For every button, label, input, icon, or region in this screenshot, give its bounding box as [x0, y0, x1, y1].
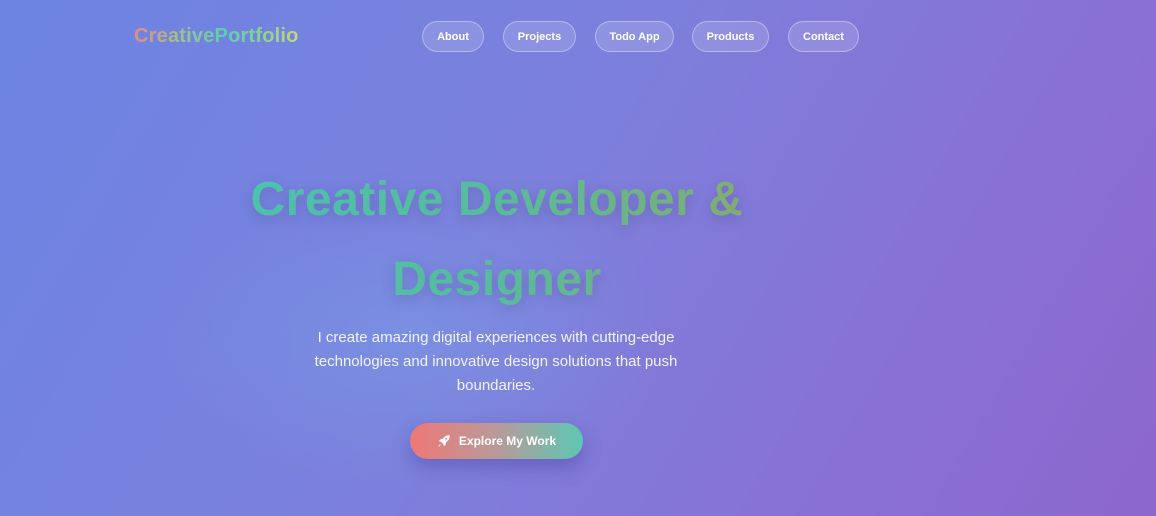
nav-item-todo-app[interactable]: Todo App: [595, 21, 674, 52]
nav-item-about[interactable]: About: [422, 21, 484, 52]
hero-title: Creative Developer & Designer: [200, 160, 794, 320]
nav-item-projects[interactable]: Projects: [503, 21, 576, 52]
top-navigation: CreativePortfolio About Projects Todo Ap…: [0, 0, 1156, 72]
explore-work-button[interactable]: Explore My Work: [410, 423, 583, 459]
hero-title-line-1: Creative Developer &: [250, 173, 744, 226]
nav-menu: About Projects Todo App Products Contact: [0, 21, 1156, 53]
nav-item-products[interactable]: Products: [692, 21, 769, 52]
explore-work-label: Explore My Work: [458, 434, 557, 448]
hero-subtitle: I create amazing digital experiences wit…: [314, 329, 678, 394]
nav-item-contact[interactable]: Contact: [788, 21, 859, 52]
rocket-icon: [437, 434, 451, 448]
hero-title-line-2: Designer: [392, 253, 602, 306]
